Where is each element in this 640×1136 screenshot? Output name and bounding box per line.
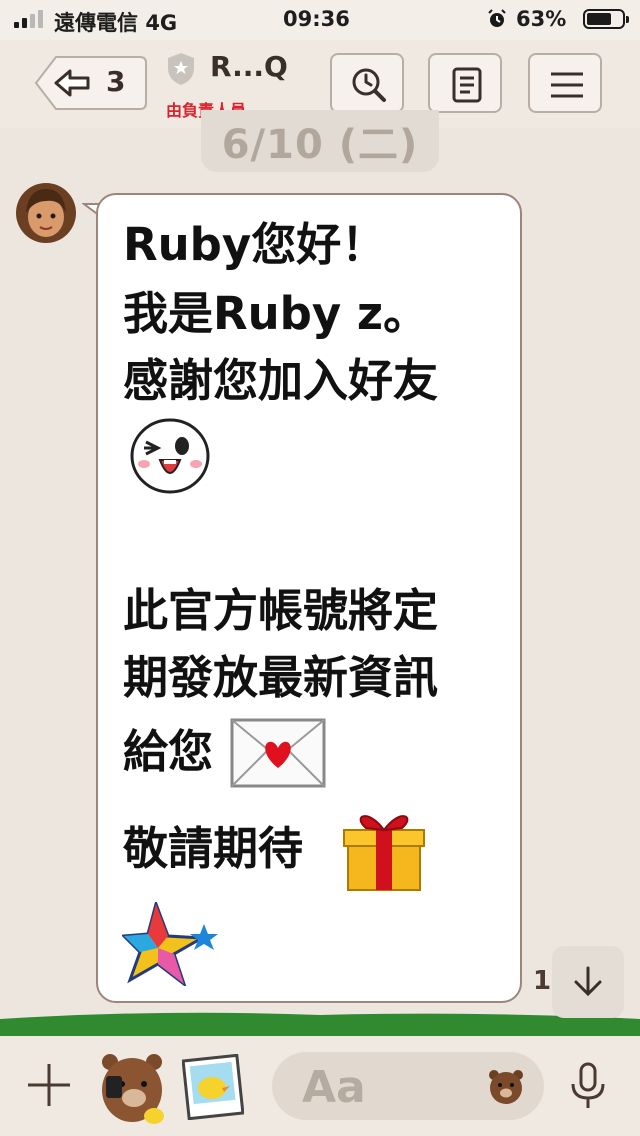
message-line: 感謝您加入好友 [123, 354, 439, 407]
photo-sticker-icon[interactable] [182, 1054, 244, 1120]
notes-icon [452, 67, 482, 103]
status-time: 09:36 [283, 7, 350, 31]
notes-button[interactable] [428, 53, 502, 113]
message-line: 此官方帳號將定 [123, 584, 439, 637]
star-sparkle-icon [122, 902, 218, 986]
official-account-shield-icon [168, 53, 194, 85]
message-composer: Aa [0, 1036, 640, 1136]
message-line: 我是Ruby z。 [123, 287, 429, 340]
emoji-bear-icon[interactable] [487, 1067, 525, 1105]
search-button[interactable] [330, 53, 404, 113]
message-line: 期發放最新資訊 [123, 651, 439, 704]
status-bar: 遠傳電信 4G 09:36 63% [0, 0, 640, 40]
scroll-to-bottom-button[interactable] [552, 946, 624, 1018]
avatar[interactable] [16, 183, 76, 243]
menu-button[interactable] [528, 53, 602, 113]
wink-face-icon [130, 418, 210, 494]
date-separator: 6/10 (二) [201, 110, 439, 172]
alarm-icon [488, 9, 506, 27]
carrier-name: 遠傳電信 [54, 11, 138, 35]
signal-icon [14, 10, 43, 28]
battery-percentage: 63% [516, 7, 567, 31]
love-letter-icon [230, 718, 326, 788]
back-arrow-icon [34, 56, 147, 110]
plus-icon[interactable] [26, 1062, 72, 1108]
message-line: Ruby您好！ [123, 218, 387, 271]
back-button[interactable]: 3 [34, 55, 148, 111]
network-type: 4G [145, 11, 178, 35]
input-placeholder: Aa [302, 1062, 366, 1113]
gift-icon [343, 815, 425, 891]
avatar-portrait-icon [16, 183, 76, 243]
message-line: 敬請期待 [123, 822, 304, 875]
message-line: 給您 [123, 725, 214, 778]
date-label: 6/10 (二) [221, 122, 419, 168]
hamburger-menu-icon [551, 72, 583, 98]
search-icon [352, 68, 386, 102]
microphone-icon[interactable] [568, 1062, 608, 1110]
message-input[interactable]: Aa [272, 1052, 544, 1120]
battery-icon [583, 9, 629, 29]
sticker-shortcut-icon[interactable] [96, 1050, 168, 1126]
arrow-down-icon [574, 966, 602, 997]
chat-title[interactable]: R...Q [210, 50, 288, 83]
unread-count: 3 [106, 65, 126, 98]
